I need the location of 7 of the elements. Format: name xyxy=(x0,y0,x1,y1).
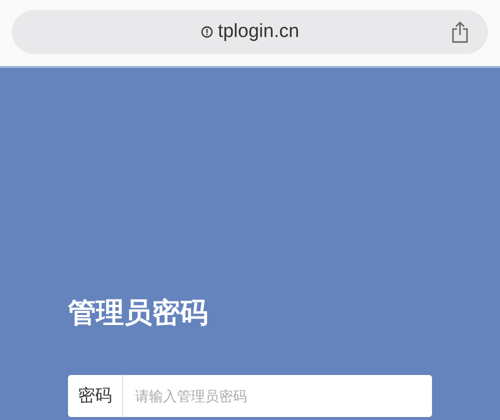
password-field[interactable]: 请输入管理员密码 xyxy=(123,375,432,417)
share-icon[interactable] xyxy=(451,21,469,43)
field-label: 密码 xyxy=(68,375,123,417)
address-bar[interactable]: tplogin.cn xyxy=(12,10,488,54)
login-title: 管理员密码 xyxy=(68,296,209,330)
url-text: tplogin.cn xyxy=(218,20,300,44)
info-icon xyxy=(200,26,213,38)
